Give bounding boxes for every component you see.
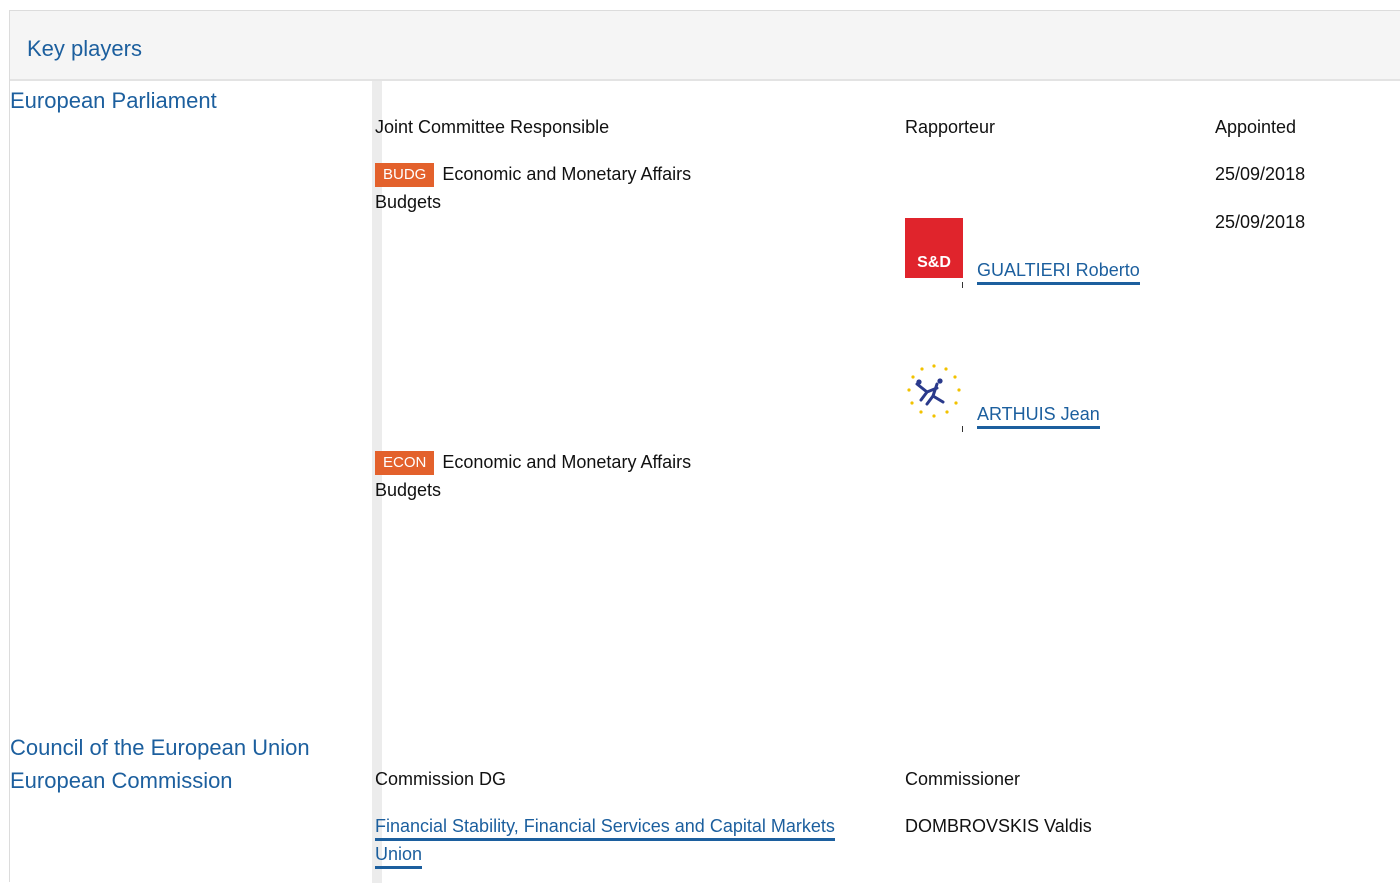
rapporteur-link[interactable]: GUALTIERI Roberto bbox=[977, 260, 1140, 285]
alde-party-logo-icon bbox=[903, 362, 961, 422]
committee-subname: Budgets bbox=[375, 480, 442, 500]
commissioner-name: DOMBROVSKIS Valdis bbox=[905, 816, 1092, 836]
commission-dg-link[interactable]: Financial Stability, Financial Services … bbox=[375, 816, 835, 869]
institution-commission[interactable]: European Commission bbox=[10, 766, 233, 796]
committee-badge[interactable]: BUDG bbox=[375, 163, 435, 188]
svg-text:S&D: S&D bbox=[917, 254, 951, 271]
col-commissioner: Commissioner bbox=[905, 769, 1021, 789]
appointed-date: 25/09/2018 bbox=[1215, 164, 1306, 184]
commission-dg-cell: Financial Stability, Financial Services … bbox=[375, 812, 865, 869]
institution-council[interactable]: Council of the European Union bbox=[10, 733, 310, 763]
institution-parliament[interactable]: European Parliament bbox=[10, 86, 217, 116]
appointed-date: 25/09/2018 bbox=[1215, 212, 1306, 232]
committee-subname: Budgets bbox=[375, 192, 442, 212]
committee-econ: ECON Economic and Monetary Affairs Budget… bbox=[375, 448, 691, 504]
col-joint-committee: Joint Committee Responsible bbox=[375, 117, 610, 137]
panel-title: Key players bbox=[27, 36, 142, 61]
panel-header: Key players bbox=[10, 11, 1400, 81]
sd-party-logo-icon: S&D bbox=[905, 218, 963, 278]
tick-mark bbox=[962, 282, 963, 288]
committee-name: Economic and Monetary Affairs bbox=[442, 452, 692, 472]
committee-budg: BUDG Economic and Monetary Affairs Budget… bbox=[375, 160, 691, 216]
committee-badge[interactable]: ECON bbox=[375, 451, 435, 476]
col-appointed: Appointed bbox=[1215, 117, 1297, 137]
rapporteur-gualtieri-link[interactable]: GUALTIERI Roberto bbox=[977, 260, 1140, 285]
rapporteur-arthuis-link[interactable]: ARTHUIS Jean bbox=[977, 404, 1100, 429]
committee-name: Economic and Monetary Affairs bbox=[442, 164, 692, 184]
col-rapporteur: Rapporteur bbox=[905, 117, 996, 137]
rapporteur-link[interactable]: ARTHUIS Jean bbox=[977, 404, 1100, 429]
tick-mark bbox=[962, 426, 963, 432]
col-commission-dg: Commission DG bbox=[375, 769, 507, 789]
